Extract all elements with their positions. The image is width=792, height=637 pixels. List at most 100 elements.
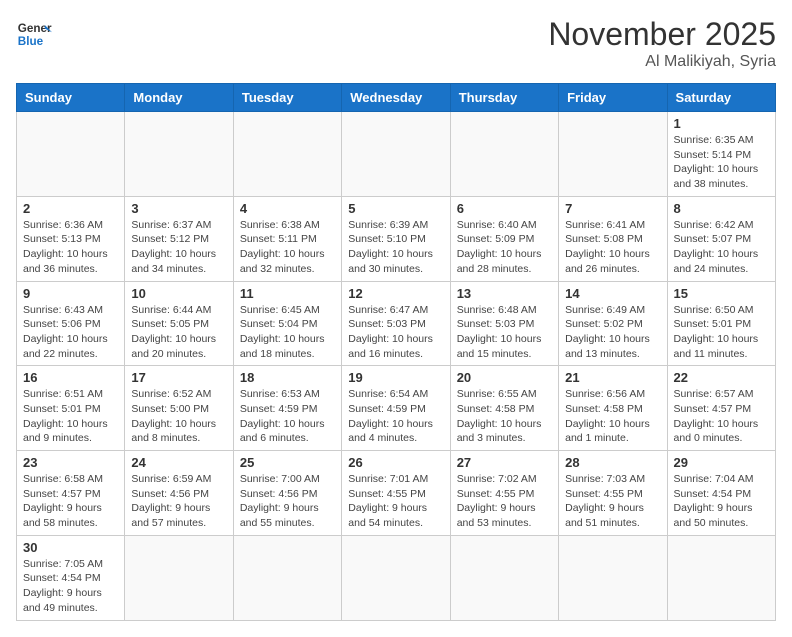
day-number: 26 xyxy=(348,455,443,470)
day-number: 7 xyxy=(565,201,660,216)
month-title: November 2025 xyxy=(548,16,776,53)
day-number: 30 xyxy=(23,540,118,555)
header-wednesday: Wednesday xyxy=(342,84,450,112)
day-info: Sunrise: 6:58 AM Sunset: 4:57 PM Dayligh… xyxy=(23,472,118,531)
day-info: Sunrise: 6:55 AM Sunset: 4:58 PM Dayligh… xyxy=(457,387,552,446)
day-cell: 25 Sunrise: 7:00 AM Sunset: 4:56 PM Dayli… xyxy=(233,451,341,536)
week-row-6: 30 Sunrise: 7:05 AM Sunset: 4:54 PM Dayli… xyxy=(17,535,776,620)
day-cell xyxy=(342,535,450,620)
day-info: Sunrise: 7:05 AM Sunset: 4:54 PM Dayligh… xyxy=(23,557,118,616)
day-cell xyxy=(233,535,341,620)
svg-text:Blue: Blue xyxy=(18,35,44,48)
day-cell: 7Sunrise: 6:41 AM Sunset: 5:08 PM Daylig… xyxy=(559,196,667,281)
day-info: Sunrise: 6:51 AM Sunset: 5:01 PM Dayligh… xyxy=(23,387,118,446)
day-number: 16 xyxy=(23,370,118,385)
day-cell: 11 Sunrise: 6:45 AM Sunset: 5:04 PM Dayli… xyxy=(233,281,341,366)
day-number: 25 xyxy=(240,455,335,470)
week-row-1: 1Sunrise: 6:35 AM Sunset: 5:14 PM Daylig… xyxy=(17,112,776,197)
day-cell: 14 Sunrise: 6:49 AM Sunset: 5:02 PM Dayli… xyxy=(559,281,667,366)
day-number: 1 xyxy=(674,116,769,131)
header-sunday: Sunday xyxy=(17,84,125,112)
location-title: Al Malikiyah, Syria xyxy=(548,53,776,71)
day-info: Sunrise: 6:40 AM Sunset: 5:09 PM Dayligh… xyxy=(457,218,552,277)
day-cell xyxy=(559,535,667,620)
day-info: Sunrise: 6:45 AM Sunset: 5:04 PM Dayligh… xyxy=(240,303,335,362)
day-cell: 20Sunrise: 6:55 AM Sunset: 4:58 PM Dayli… xyxy=(450,366,558,451)
day-number: 11 xyxy=(240,286,335,301)
day-number: 21 xyxy=(565,370,660,385)
day-number: 8 xyxy=(674,201,769,216)
day-info: Sunrise: 6:44 AM Sunset: 5:05 PM Dayligh… xyxy=(131,303,226,362)
week-row-3: 9 Sunrise: 6:43 AM Sunset: 5:06 PM Daylig… xyxy=(17,281,776,366)
day-cell xyxy=(559,112,667,197)
day-number: 5 xyxy=(348,201,443,216)
day-cell: 6Sunrise: 6:40 AM Sunset: 5:09 PM Daylig… xyxy=(450,196,558,281)
day-info: Sunrise: 6:39 AM Sunset: 5:10 PM Dayligh… xyxy=(348,218,443,277)
day-info: Sunrise: 7:01 AM Sunset: 4:55 PM Dayligh… xyxy=(348,472,443,531)
weekday-header-row: SundayMondayTuesdayWednesdayThursdayFrid… xyxy=(17,84,776,112)
day-cell: 9 Sunrise: 6:43 AM Sunset: 5:06 PM Daylig… xyxy=(17,281,125,366)
header: General Blue November 2025 Al Malikiyah,… xyxy=(16,16,776,71)
day-cell xyxy=(667,535,775,620)
day-cell xyxy=(125,112,233,197)
day-info: Sunrise: 6:47 AM Sunset: 5:03 PM Dayligh… xyxy=(348,303,443,362)
day-number: 12 xyxy=(348,286,443,301)
day-number: 10 xyxy=(131,286,226,301)
header-friday: Friday xyxy=(559,84,667,112)
day-info: Sunrise: 6:57 AM Sunset: 4:57 PM Dayligh… xyxy=(674,387,769,446)
day-info: Sunrise: 6:53 AM Sunset: 4:59 PM Dayligh… xyxy=(240,387,335,446)
day-info: Sunrise: 6:37 AM Sunset: 5:12 PM Dayligh… xyxy=(131,218,226,277)
day-cell: 1Sunrise: 6:35 AM Sunset: 5:14 PM Daylig… xyxy=(667,112,775,197)
day-number: 27 xyxy=(457,455,552,470)
week-row-2: 2 Sunrise: 6:36 AM Sunset: 5:13 PM Daylig… xyxy=(17,196,776,281)
day-cell: 10 Sunrise: 6:44 AM Sunset: 5:05 PM Dayli… xyxy=(125,281,233,366)
day-cell xyxy=(342,112,450,197)
day-cell: 22Sunrise: 6:57 AM Sunset: 4:57 PM Dayli… xyxy=(667,366,775,451)
calendar: SundayMondayTuesdayWednesdayThursdayFrid… xyxy=(16,83,776,621)
day-cell: 5 Sunrise: 6:39 AM Sunset: 5:10 PM Daylig… xyxy=(342,196,450,281)
day-cell: 2 Sunrise: 6:36 AM Sunset: 5:13 PM Daylig… xyxy=(17,196,125,281)
day-cell: 28 Sunrise: 7:03 AM Sunset: 4:55 PM Dayli… xyxy=(559,451,667,536)
day-info: Sunrise: 6:54 AM Sunset: 4:59 PM Dayligh… xyxy=(348,387,443,446)
day-cell xyxy=(450,535,558,620)
day-info: Sunrise: 6:52 AM Sunset: 5:00 PM Dayligh… xyxy=(131,387,226,446)
day-info: Sunrise: 7:03 AM Sunset: 4:55 PM Dayligh… xyxy=(565,472,660,531)
day-number: 28 xyxy=(565,455,660,470)
logo-icon: General Blue xyxy=(16,16,52,52)
day-cell: 3 Sunrise: 6:37 AM Sunset: 5:12 PM Daylig… xyxy=(125,196,233,281)
header-monday: Monday xyxy=(125,84,233,112)
day-number: 4 xyxy=(240,201,335,216)
day-info: Sunrise: 6:38 AM Sunset: 5:11 PM Dayligh… xyxy=(240,218,335,277)
header-tuesday: Tuesday xyxy=(233,84,341,112)
day-cell: 24Sunrise: 6:59 AM Sunset: 4:56 PM Dayli… xyxy=(125,451,233,536)
day-number: 2 xyxy=(23,201,118,216)
day-cell: 8 Sunrise: 6:42 AM Sunset: 5:07 PM Daylig… xyxy=(667,196,775,281)
header-saturday: Saturday xyxy=(667,84,775,112)
day-cell: 19 Sunrise: 6:54 AM Sunset: 4:59 PM Dayli… xyxy=(342,366,450,451)
day-cell: 30 Sunrise: 7:05 AM Sunset: 4:54 PM Dayli… xyxy=(17,535,125,620)
day-number: 18 xyxy=(240,370,335,385)
day-info: Sunrise: 6:36 AM Sunset: 5:13 PM Dayligh… xyxy=(23,218,118,277)
day-cell: 23 Sunrise: 6:58 AM Sunset: 4:57 PM Dayli… xyxy=(17,451,125,536)
day-info: Sunrise: 7:00 AM Sunset: 4:56 PM Dayligh… xyxy=(240,472,335,531)
day-cell: 17 Sunrise: 6:52 AM Sunset: 5:00 PM Dayli… xyxy=(125,366,233,451)
day-number: 3 xyxy=(131,201,226,216)
day-info: Sunrise: 6:43 AM Sunset: 5:06 PM Dayligh… xyxy=(23,303,118,362)
day-cell xyxy=(125,535,233,620)
day-cell xyxy=(17,112,125,197)
day-cell: 21Sunrise: 6:56 AM Sunset: 4:58 PM Dayli… xyxy=(559,366,667,451)
week-row-5: 23 Sunrise: 6:58 AM Sunset: 4:57 PM Dayli… xyxy=(17,451,776,536)
day-number: 17 xyxy=(131,370,226,385)
day-cell: 29Sunrise: 7:04 AM Sunset: 4:54 PM Dayli… xyxy=(667,451,775,536)
day-cell: 13Sunrise: 6:48 AM Sunset: 5:03 PM Dayli… xyxy=(450,281,558,366)
day-cell: 16 Sunrise: 6:51 AM Sunset: 5:01 PM Dayli… xyxy=(17,366,125,451)
day-info: Sunrise: 6:49 AM Sunset: 5:02 PM Dayligh… xyxy=(565,303,660,362)
day-info: Sunrise: 6:42 AM Sunset: 5:07 PM Dayligh… xyxy=(674,218,769,277)
day-cell: 4 Sunrise: 6:38 AM Sunset: 5:11 PM Daylig… xyxy=(233,196,341,281)
day-number: 19 xyxy=(348,370,443,385)
day-number: 23 xyxy=(23,455,118,470)
day-number: 29 xyxy=(674,455,769,470)
day-number: 9 xyxy=(23,286,118,301)
day-number: 14 xyxy=(565,286,660,301)
week-row-4: 16 Sunrise: 6:51 AM Sunset: 5:01 PM Dayli… xyxy=(17,366,776,451)
